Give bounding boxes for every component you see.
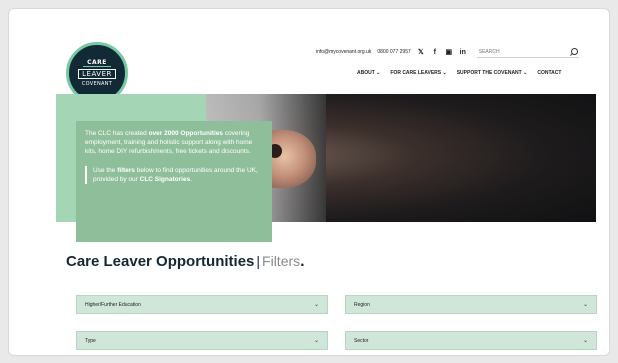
filter-label: Type: [85, 337, 96, 344]
hero-text-box: The CLC has created over 2000 Opportunit…: [76, 121, 272, 242]
hero-p2-end: .: [190, 176, 192, 183]
main-nav: ABOUT ⌄ FOR CARE LEAVERS ⌄ SUPPORT THE C…: [357, 70, 561, 76]
heading-dot: .: [300, 253, 305, 270]
search-icon[interactable]: [569, 47, 578, 56]
filter-label: Sector: [354, 337, 369, 344]
filter-dropdown-sector[interactable]: Sector ⌄: [345, 331, 597, 350]
nav-label-about: ABOUT: [357, 70, 375, 76]
nav-item-care-leavers[interactable]: FOR CARE LEAVERS ⌄: [390, 70, 446, 76]
browser-frame: CARE LEAVER COVENANT info@mycovenant.org…: [8, 8, 610, 356]
logo-line1: CARE: [83, 59, 111, 67]
chevron-down-icon: ⌄: [376, 70, 381, 76]
nav-item-support[interactable]: SUPPORT THE COVENANT ⌄: [457, 70, 528, 76]
chevron-down-icon: ⌄: [582, 302, 588, 308]
chevron-down-icon: ⌄: [523, 70, 528, 76]
page-title: Care Leaver Opportunities: [66, 253, 255, 270]
nav-label-support: SUPPORT THE COVENANT: [456, 70, 522, 76]
twitter-icon[interactable]: 𝕏: [417, 48, 425, 56]
hero-p1-start: The CLC has created: [85, 130, 149, 137]
filter-dropdown-region[interactable]: Region ⌄: [345, 295, 597, 314]
phone-link[interactable]: 0800 077 2957: [377, 49, 410, 55]
top-utility-bar: info@mycovenant.org.uk 0800 077 2957 𝕏 f…: [316, 46, 579, 58]
hero-paragraph-2: Use the filters below to find opportunit…: [85, 166, 263, 184]
filters-label: Filters: [262, 253, 301, 269]
nav-item-about[interactable]: ABOUT ⌄: [357, 70, 380, 76]
search-field[interactable]: [476, 46, 579, 58]
hero-p2-start: Use the: [93, 167, 118, 174]
instagram-icon[interactable]: ▣: [445, 48, 453, 56]
hero-p1-bold: over 2000 Opportunities: [148, 130, 224, 137]
nav-item-contact[interactable]: CONTACT: [537, 70, 561, 76]
nav-label-care-leavers: FOR CARE LEAVERS: [390, 70, 442, 76]
chevron-down-icon: ⌄: [442, 70, 447, 76]
hero-p2-bold-filters: filters: [117, 167, 135, 174]
logo-line2: LEAVER: [78, 69, 116, 79]
opportunities-heading: Care Leaver Opportunities | Filters .: [66, 253, 305, 271]
search-input[interactable]: [478, 48, 559, 55]
filter-dropdown-education[interactable]: Higher/Further Education ⌄: [76, 295, 328, 314]
heading-separator: |: [256, 253, 261, 269]
hero-p2-bold-signatories: CLC Signatories: [139, 176, 191, 183]
email-link[interactable]: info@mycovenant.org.uk: [316, 49, 371, 55]
hero-paragraph-1: The CLC has created over 2000 Opportunit…: [85, 129, 263, 156]
chevron-down-icon: ⌄: [313, 302, 319, 308]
linkedin-icon[interactable]: in: [459, 49, 467, 56]
filter-dropdown-type[interactable]: Type ⌄: [76, 331, 328, 350]
filter-label: Higher/Further Education: [85, 301, 141, 308]
chevron-down-icon: ⌄: [313, 338, 319, 344]
logo-line3: COVENANT: [81, 81, 113, 87]
chevron-down-icon: ⌄: [582, 338, 588, 344]
filter-label: Region: [354, 301, 370, 308]
facebook-icon[interactable]: f: [431, 49, 439, 56]
